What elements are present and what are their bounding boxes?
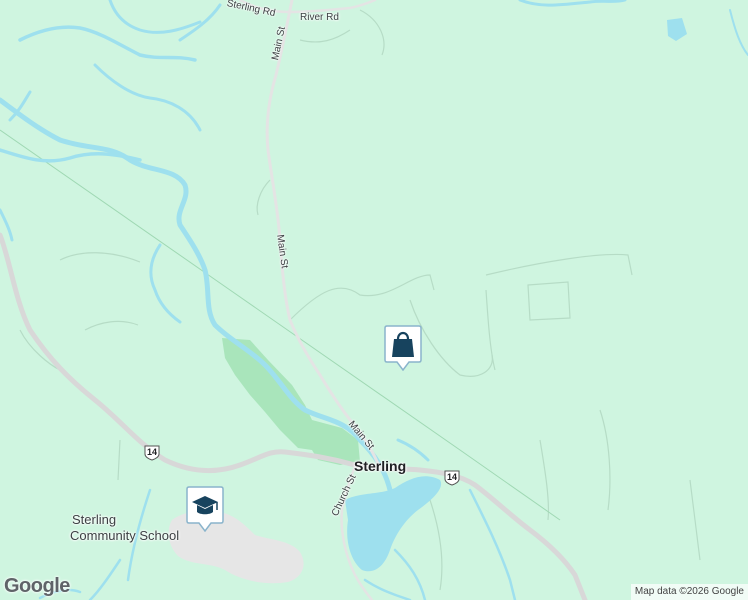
google-logo[interactable]: Google (4, 575, 70, 598)
park-areas (222, 338, 360, 465)
school-label-line1: Sterling (72, 512, 117, 527)
map-canvas[interactable]: Sterling Rd River Rd Main St Main St Mai… (0, 0, 748, 600)
route-shield-14-east: 14 (443, 468, 461, 486)
road-label-river-rd: River Rd (300, 12, 339, 23)
school-label-line2: Community School (70, 528, 180, 543)
map-attribution[interactable]: Map data ©2026 Google (630, 584, 748, 600)
lakes (345, 18, 687, 572)
shopping-bag-icon (384, 325, 422, 372)
route-number: 14 (446, 472, 457, 482)
school-label[interactable]: Sterling Community School (70, 512, 179, 544)
shopping-marker[interactable] (384, 325, 422, 372)
map-base-layer (0, 0, 748, 600)
rail-line (0, 129, 561, 521)
route-shield-14: 14 (143, 443, 161, 461)
school-icon (186, 486, 224, 533)
school-marker[interactable] (186, 486, 224, 533)
route-number: 14 (146, 447, 157, 457)
town-label[interactable]: Sterling (354, 458, 406, 474)
